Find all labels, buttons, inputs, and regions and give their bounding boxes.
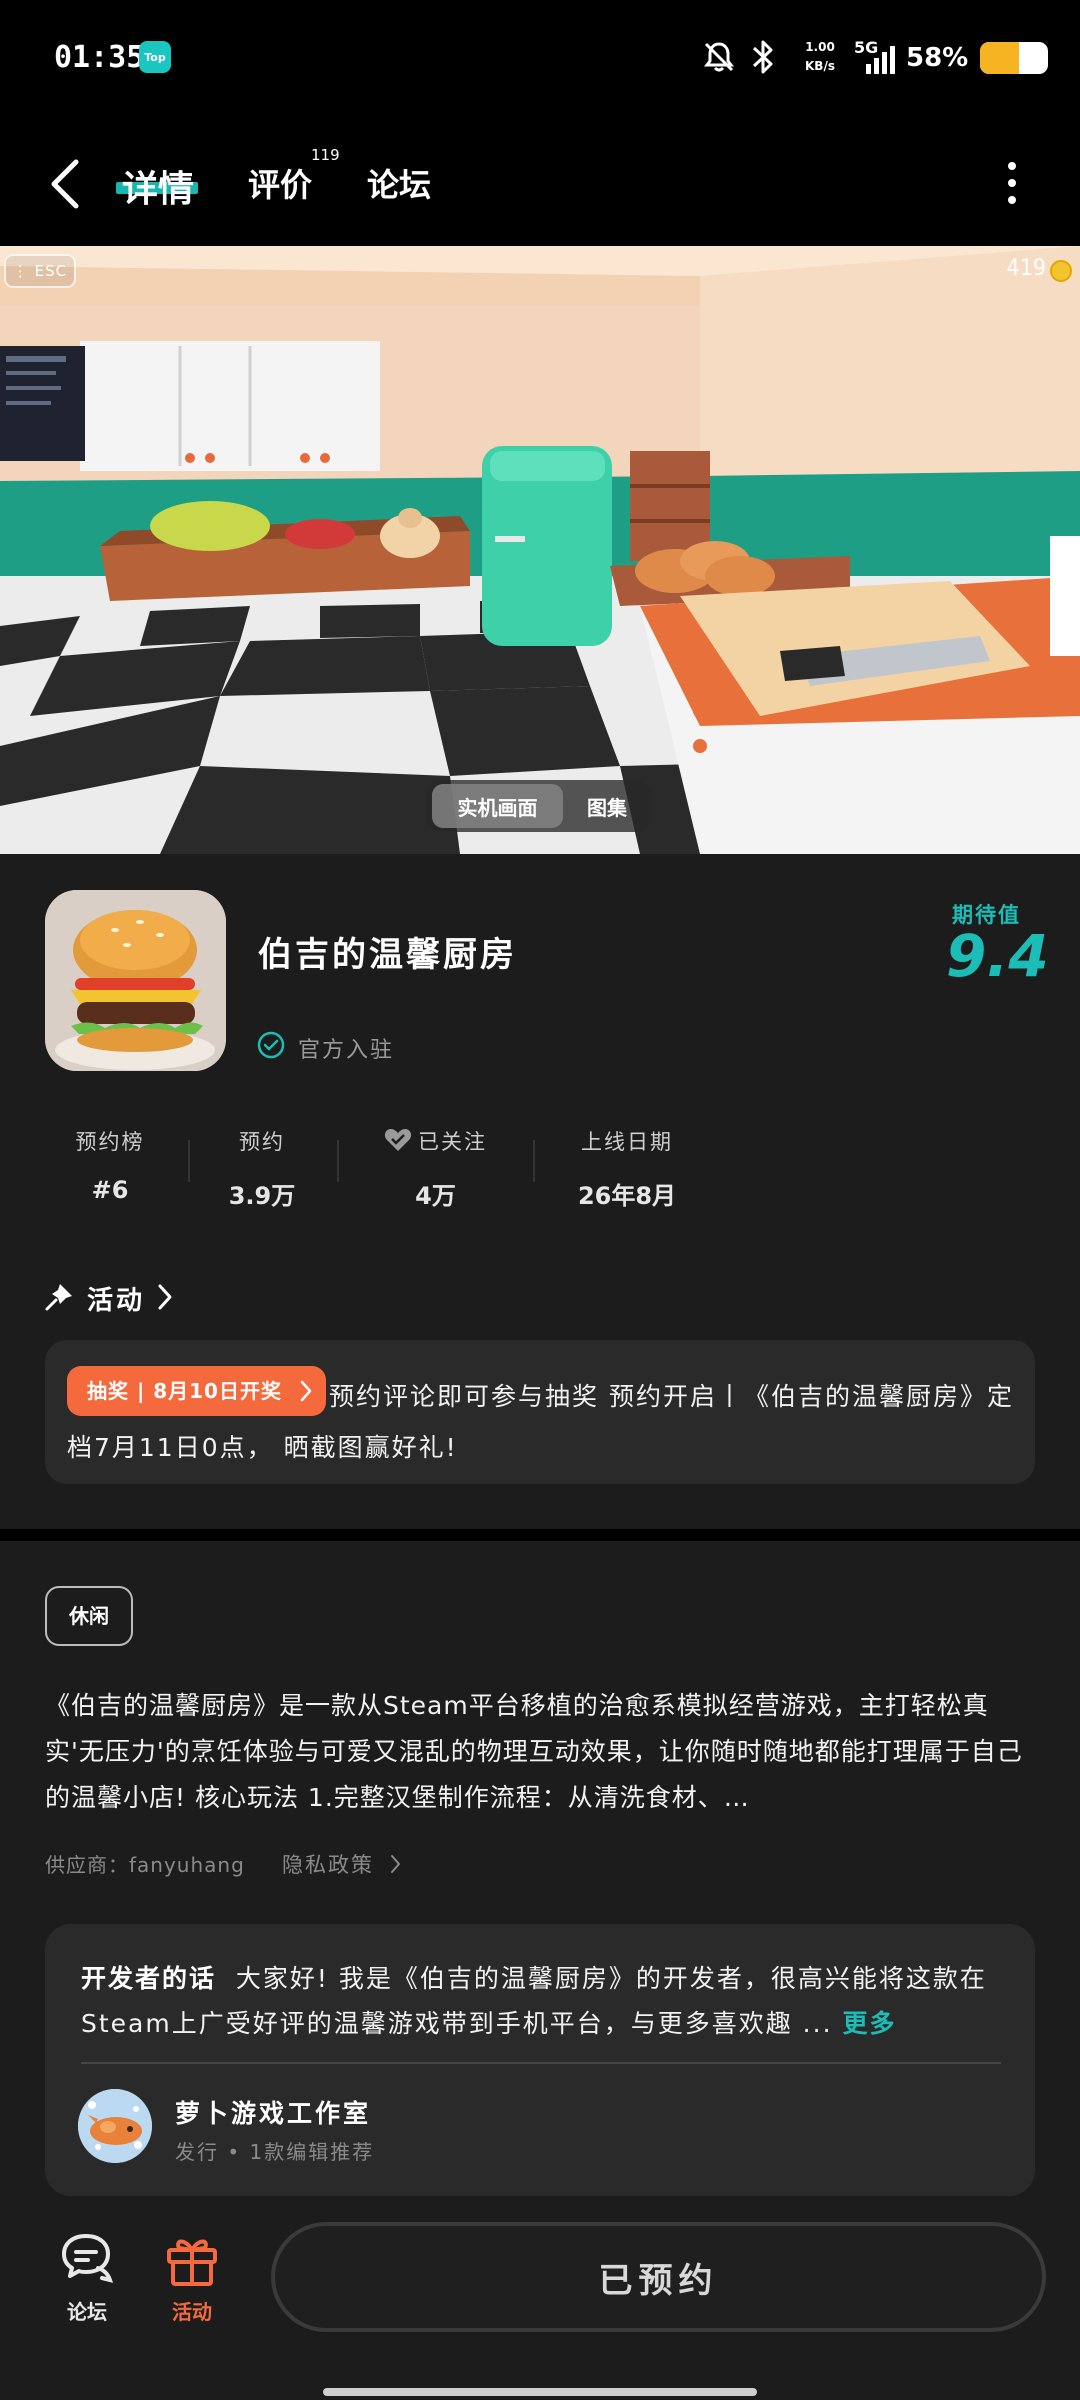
- activity-header[interactable]: 活动: [44, 1278, 344, 1318]
- verified-icon: [257, 1031, 285, 1059]
- verified-label: 官方入驻: [298, 1038, 395, 1063]
- review-count-badge: 119: [311, 146, 340, 164]
- stat-followers[interactable]: 已关注 4万: [378, 1126, 493, 1211]
- status-bar: 01:35 Top 1.00 KB/s 5G 58%: [0, 0, 1080, 120]
- pin-icon: [45, 1284, 72, 1311]
- gameplay-media[interactable]: ⋮ ESC 419 实机画面 图集: [0, 246, 1080, 854]
- studio-logo-icon: [78, 2089, 152, 2163]
- chevron-right-icon: [300, 1380, 312, 1402]
- heart-icon: [384, 1129, 412, 1151]
- media-toggle: 实机画面 图集: [427, 780, 651, 832]
- section-separator: [0, 1529, 1080, 1541]
- game-icon: [45, 890, 226, 1071]
- bluetooth-icon: [752, 40, 773, 74]
- description-section: 休闲 《伯吉的温馨厨房》是一款从Steam平台移植的治愈系模拟经营游戏，主打轻松…: [0, 1541, 1080, 2230]
- supplier-label: 供应商：fanyuhang: [45, 1853, 245, 1877]
- activity-button[interactable]: 活动: [152, 2230, 232, 2325]
- status-time: 01:35: [54, 40, 145, 75]
- stat-divider: [533, 1140, 535, 1182]
- bottom-action-bar: 论坛 活动 已预约: [0, 2200, 1080, 2400]
- home-indicator[interactable]: [323, 2388, 757, 2396]
- stat-launch-date: 上线日期 26年8月: [577, 1130, 677, 1210]
- media-option-gameplay[interactable]: 实机画面: [432, 784, 563, 828]
- network-speed: 1.00 KB/s: [805, 40, 835, 73]
- app-notification-icon: Top: [139, 41, 171, 73]
- top-nav: 详情 评价 119 论坛: [0, 120, 1080, 246]
- developer-card[interactable]: 开发者的话 大家好! 我是《伯吉的温馨厨房》的开发者，很高兴能将这款在Steam…: [45, 1924, 1035, 2196]
- studio-subtitle: 发行 • 1款编辑推荐: [175, 2140, 375, 2164]
- stat-reservations: 预约 3.9万: [228, 1130, 296, 1210]
- stat-ranking[interactable]: 预约榜 #6: [70, 1126, 150, 1204]
- tab-review[interactable]: 评价: [248, 160, 312, 206]
- forum-button[interactable]: 论坛: [47, 2230, 127, 2325]
- more-options-icon[interactable]: [1004, 160, 1020, 206]
- privacy-policy-link[interactable]: 隐私政策: [282, 1849, 401, 1879]
- game-info-panel: 伯吉的温馨厨房 官方入驻 期待值 9.4 预约榜 #6 预约 3.9万 已关注 …: [0, 854, 1080, 1529]
- battery-icon: [980, 42, 1048, 74]
- tab-forum[interactable]: 论坛: [367, 160, 431, 206]
- tab-detail[interactable]: 详情: [122, 160, 194, 212]
- burger-icon: [45, 890, 226, 1071]
- mute-icon: [704, 42, 734, 72]
- activity-label: 活动: [172, 2300, 212, 2324]
- lottery-badge[interactable]: 抽奖 | 8月10日开奖: [67, 1366, 326, 1416]
- studio-name[interactable]: 萝卜游戏工作室: [175, 2094, 371, 2130]
- genre-tag[interactable]: 休闲: [45, 1586, 133, 1646]
- expect-score: 9.4: [946, 922, 1049, 990]
- divider: [81, 2062, 1001, 2064]
- esc-button[interactable]: ⋮ ESC: [4, 254, 76, 288]
- game-description[interactable]: 《伯吉的温馨厨房》是一款从Steam平台移植的治愈系模拟经营游戏，主打轻松真实'…: [45, 1683, 1035, 1821]
- chevron-right-icon: [390, 1855, 401, 1873]
- developer-message: 开发者的话 大家好! 我是《伯吉的温馨厨房》的开发者，很高兴能将这款在Steam…: [81, 1964, 987, 2038]
- gift-icon: [167, 2239, 217, 2286]
- activity-card[interactable]: 预约评论即可参与抽奖 预约开启丨《伯吉的温馨厨房》定档7月11日0点， 晒截图赢…: [45, 1340, 1035, 1484]
- game-title: 伯吉的温馨厨房: [258, 935, 517, 975]
- forum-label: 论坛: [67, 2300, 107, 2324]
- coin-count: 419: [1006, 256, 1046, 281]
- gameplay-screenshot: [0, 246, 1080, 854]
- studio-avatar[interactable]: [78, 2089, 152, 2163]
- media-option-gallery[interactable]: 图集: [567, 784, 647, 828]
- forum-icon: [62, 2234, 114, 2283]
- more-link[interactable]: 更多: [842, 2009, 896, 2038]
- activity-title: 活动: [87, 1286, 146, 1316]
- battery-percent: 58%: [906, 43, 969, 73]
- chevron-right-icon: [158, 1284, 172, 1310]
- coin-icon: [1050, 260, 1072, 282]
- reserved-button[interactable]: 已预约: [271, 2222, 1046, 2332]
- back-icon[interactable]: [46, 156, 86, 212]
- signal-icon: [866, 46, 895, 74]
- stat-divider: [337, 1140, 339, 1182]
- stat-divider: [188, 1140, 190, 1182]
